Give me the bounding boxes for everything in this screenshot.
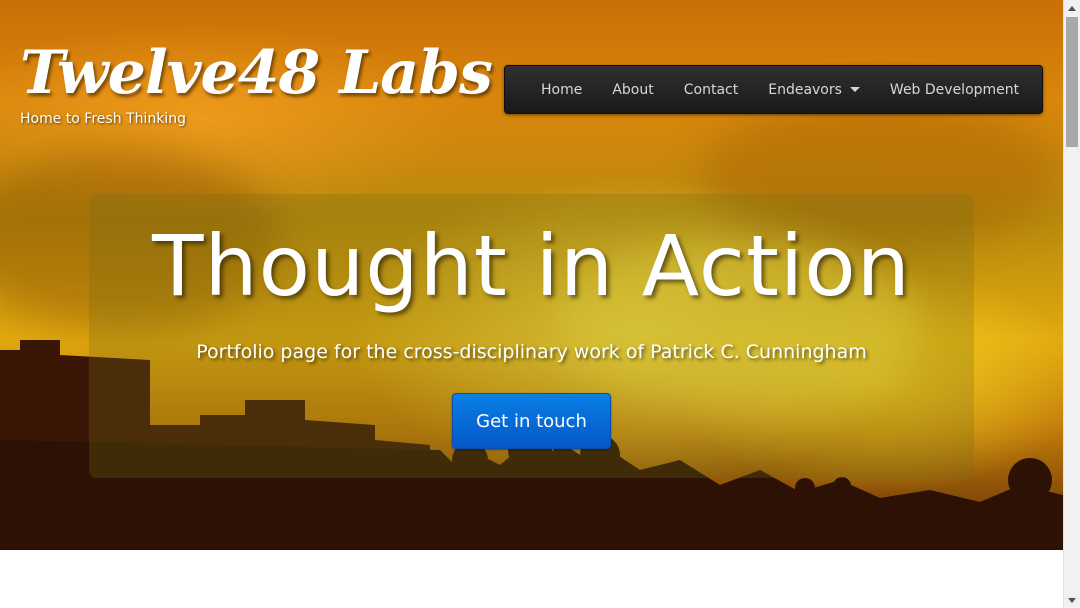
scroll-up-button[interactable] [1064, 0, 1080, 16]
nav-item-label: Contact [683, 81, 739, 98]
nav-item-about[interactable]: About [597, 82, 668, 98]
vertical-scrollbar[interactable] [1063, 0, 1080, 608]
nav-item-web-development[interactable]: Web Development [875, 82, 1034, 98]
arrow-down-icon [1068, 597, 1076, 603]
nav-item-endeavors[interactable]: Endeavors [753, 82, 875, 98]
hero-headline: Thought in Action [152, 217, 911, 315]
site-logo[interactable]: Twelve48 Labs [20, 38, 493, 108]
get-in-touch-button[interactable]: Get in touch [452, 393, 611, 449]
arrow-up-icon [1068, 5, 1076, 11]
nav-item-label: Home [541, 81, 583, 98]
main-navbar: Home About Contact Endeavors Web Develop… [504, 65, 1043, 114]
scrollbar-thumb[interactable] [1066, 17, 1078, 147]
nav-item-label: Web Development [889, 81, 1020, 98]
caret-down-icon [849, 87, 860, 92]
nav-item-contact[interactable]: Contact [669, 82, 753, 98]
nav-item-home[interactable]: Home [526, 82, 597, 98]
nav-item-label: Endeavors [768, 81, 842, 98]
nav-item-label: About [612, 81, 654, 98]
scroll-down-button[interactable] [1064, 592, 1080, 608]
site-tagline: Home to Fresh Thinking [20, 111, 186, 127]
hero-subheading: Portfolio page for the cross-disciplinar… [196, 341, 867, 363]
